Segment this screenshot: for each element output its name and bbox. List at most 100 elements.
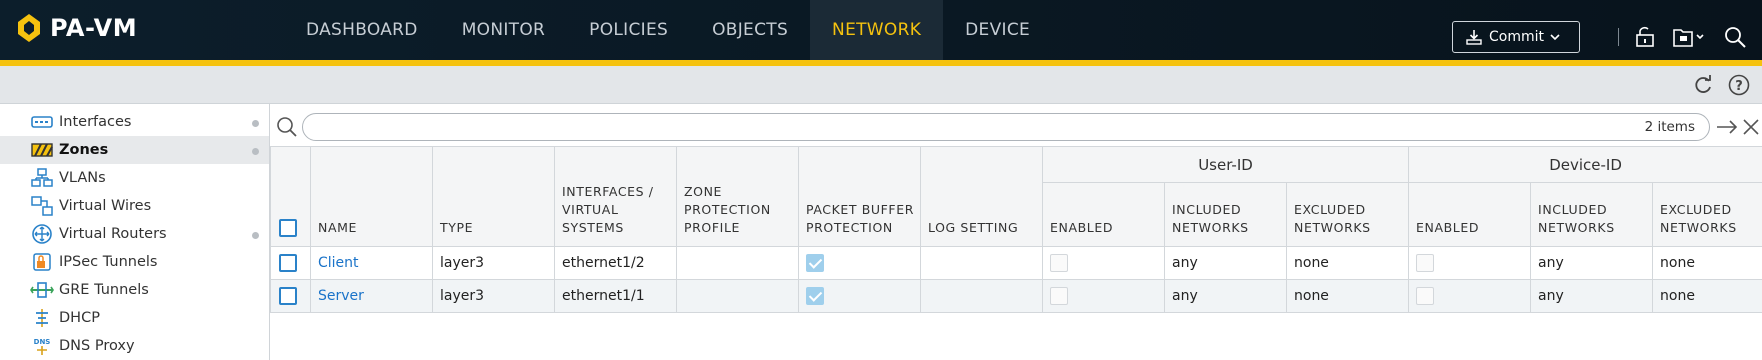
zone-interfaces-cell: ethernet1/1 [554, 279, 677, 313]
header-divider [1618, 28, 1619, 46]
commit-button[interactable]: Commit [1452, 21, 1580, 53]
sidebar-item-gre-tunnels[interactable]: GRE Tunnels [0, 276, 269, 304]
app-logo: PA-VM [16, 13, 137, 43]
zone-protection-cell [676, 279, 799, 313]
main-nav: DASHBOARD MONITOR POLICIES OBJECTS NETWO… [284, 0, 1052, 60]
did-enabled-checkbox [1416, 254, 1435, 272]
packet-buffer-checkbox [806, 254, 824, 272]
zone-name-link[interactable]: Client [318, 255, 359, 271]
column-header-did-enabled[interactable]: ENABLED [1408, 182, 1532, 247]
tab-policies[interactable]: POLICIES [567, 0, 690, 60]
log-setting-cell [920, 279, 1043, 313]
zone-type-cell: layer3 [432, 246, 555, 280]
sidebar-item-interfaces[interactable]: Interfaces [0, 108, 269, 136]
dns-proxy-icon: DNS [30, 336, 54, 356]
items-count: 2 items [1644, 119, 1695, 135]
column-header-packet-buffer[interactable]: PACKET BUFFER PROTECTION [798, 146, 921, 247]
gre-tunnel-icon [30, 280, 54, 300]
column-header-log-setting[interactable]: LOG SETTING [920, 146, 1043, 247]
log-setting-cell [920, 246, 1043, 280]
sidebar-item-vlans[interactable]: VLANs [0, 164, 269, 192]
did-excluded-cell: none [1652, 279, 1762, 313]
tab-objects[interactable]: OBJECTS [690, 0, 810, 60]
select-all-header [270, 146, 311, 247]
did-included-cell: any [1530, 279, 1654, 313]
sidebar-item-label: IPSec Tunnels [59, 254, 158, 270]
row-checkbox[interactable] [279, 287, 297, 305]
search-icon[interactable] [1724, 26, 1748, 48]
sidebar-item-virtual-wires[interactable]: Virtual Wires [0, 192, 269, 220]
column-header-uid-included[interactable]: INCLUDED NETWORKS [1164, 182, 1287, 247]
group-header-device-id: Device-ID [1408, 146, 1762, 183]
sidebar-item-label: DHCP [59, 310, 100, 326]
uid-excluded-cell: none [1285, 279, 1410, 313]
tab-dashboard[interactable]: DASHBOARD [284, 0, 440, 60]
table-row[interactable]: Client layer3 ethernet1/2 any none any n… [270, 246, 1762, 280]
filter-input[interactable]: 2 items [302, 113, 1710, 141]
row-select-cell [270, 279, 311, 313]
column-header-interfaces[interactable]: INTERFACES / VIRTUAL SYSTEMS [554, 146, 677, 247]
column-header-uid-excluded[interactable]: EXCLUDED NETWORKS [1285, 182, 1410, 247]
zone-name-link[interactable]: Server [318, 288, 364, 304]
row-select-cell [270, 246, 311, 280]
app-name: PA-VM [50, 14, 138, 42]
uid-included-cell: any [1164, 279, 1287, 313]
uid-enabled-cell [1042, 246, 1165, 280]
sidebar-item-ipsec-tunnels[interactable]: IPSec Tunnels [0, 248, 269, 276]
lock-icon[interactable] [1634, 26, 1656, 48]
refresh-icon[interactable] [1692, 74, 1714, 96]
packet-buffer-cell [798, 279, 921, 313]
uid-enabled-checkbox [1050, 287, 1068, 305]
router-icon [30, 224, 54, 244]
interfaces-icon [30, 112, 54, 132]
uid-enabled-cell [1042, 279, 1165, 313]
did-enabled-cell [1408, 246, 1532, 280]
help-icon[interactable]: ? [1728, 74, 1750, 96]
sidebar-item-label: Zones [59, 142, 109, 158]
status-dot [252, 148, 259, 155]
did-included-cell: any [1530, 246, 1654, 280]
zone-type-cell: layer3 [432, 279, 555, 313]
zone-protection-cell [676, 246, 799, 280]
commit-icon [1466, 30, 1482, 45]
column-header-did-excluded[interactable]: EXCLUDED NETWORKS [1652, 182, 1762, 247]
packet-buffer-checkbox [806, 287, 824, 305]
column-header-type[interactable]: TYPE [432, 146, 555, 247]
search-icon[interactable] [276, 116, 298, 138]
sidebar-item-label: GRE Tunnels [59, 282, 149, 298]
column-header-name[interactable]: NAME [310, 146, 433, 247]
packet-buffer-cell [798, 246, 921, 280]
main-content: 2 items NAME TYPE INTERFACES / VIRTUAL S… [270, 104, 1762, 360]
did-excluded-cell: none [1652, 246, 1762, 280]
vlans-icon [30, 168, 54, 188]
svg-text:DNS: DNS [34, 338, 51, 346]
sidebar-item-label: Virtual Routers [59, 226, 167, 242]
row-checkbox[interactable] [279, 254, 297, 272]
sidebar-item-label: Interfaces [59, 114, 132, 130]
tab-network[interactable]: NETWORK [810, 0, 944, 60]
dhcp-icon [30, 308, 54, 328]
sidebar-item-dns-proxy[interactable]: DNS DNS Proxy [0, 332, 269, 360]
column-header-zone-protection[interactable]: ZONE PROTECTION PROFILE [676, 146, 799, 247]
zones-table: NAME TYPE INTERFACES / VIRTUAL SYSTEMS Z… [270, 146, 1762, 313]
column-header-uid-enabled[interactable]: ENABLED [1042, 182, 1165, 247]
sidebar-item-dhcp[interactable]: DHCP [0, 304, 269, 332]
chevron-down-icon [1550, 34, 1560, 41]
select-all-checkbox[interactable] [279, 219, 297, 237]
close-icon[interactable] [1742, 119, 1760, 135]
column-header-did-included[interactable]: INCLUDED NETWORKS [1530, 182, 1654, 247]
table-row[interactable]: Server layer3 ethernet1/1 any none any n… [270, 279, 1762, 313]
config-icon[interactable] [1672, 26, 1706, 48]
apply-filter-icon[interactable] [1716, 119, 1738, 135]
zone-interfaces-cell: ethernet1/2 [554, 246, 677, 280]
sidebar: Interfaces Zones VLANs Virtual Wires Vir… [0, 104, 270, 360]
sidebar-item-label: Virtual Wires [59, 198, 152, 214]
group-header-user-id: User-ID [1041, 146, 1410, 183]
status-dot [252, 232, 259, 239]
tab-monitor[interactable]: MONITOR [440, 0, 567, 60]
sidebar-item-zones[interactable]: Zones [0, 136, 269, 164]
sidebar-item-label: DNS Proxy [59, 338, 135, 354]
sidebar-item-virtual-routers[interactable]: Virtual Routers [0, 220, 269, 248]
page-toolbar: ? [0, 66, 1762, 104]
tab-device[interactable]: DEVICE [943, 0, 1052, 60]
